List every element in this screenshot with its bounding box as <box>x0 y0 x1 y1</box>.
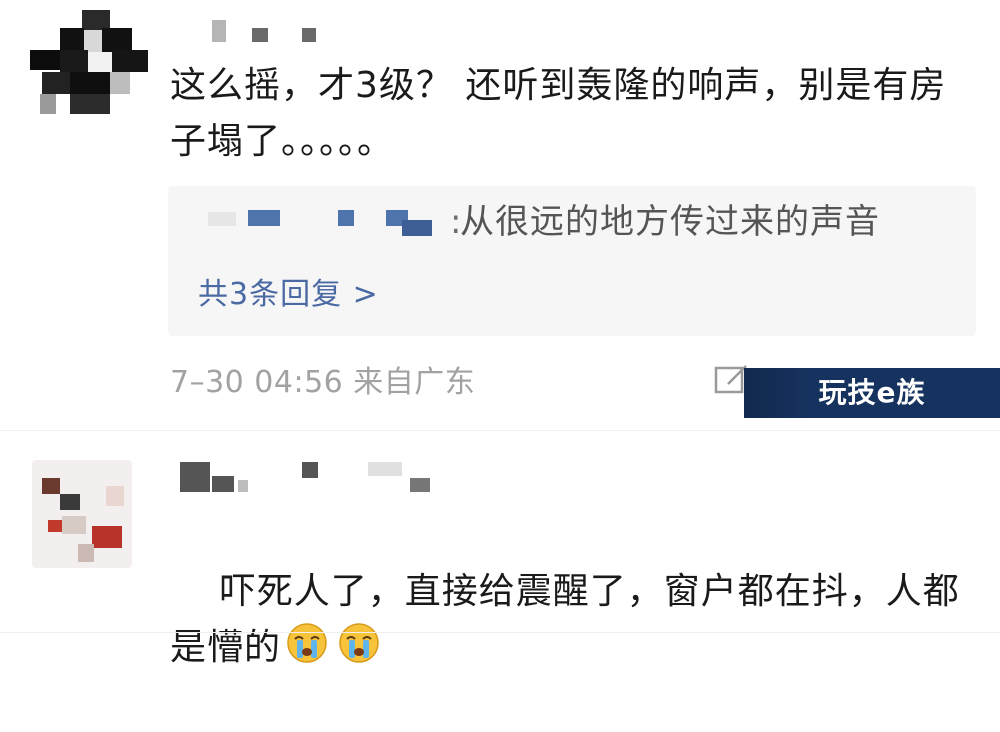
divider <box>0 424 1000 438</box>
avatar[interactable] <box>32 460 132 568</box>
reply-preview[interactable]: : 从很远的地方传过来的声音 共3条回复 > <box>168 186 976 336</box>
reply-username-redacted[interactable] <box>168 204 448 244</box>
crying-face-icon <box>287 623 327 663</box>
reply-text: 从很远的地方传过来的声音 <box>460 202 880 242</box>
divider-line <box>0 632 1000 633</box>
username-redacted[interactable] <box>172 458 452 492</box>
reply-row[interactable]: : 从很远的地方传过来的声音 <box>168 186 976 278</box>
comment-meta: 7–30 04:56 来自广东 <box>170 365 476 400</box>
crying-face-icon <box>339 623 379 663</box>
watermark-logo: 玩技e族 <box>744 368 1000 418</box>
comment-item: 吓死人了，直接给震醒了，窗户都在抖，人都是懵的 <box>0 0 1000 668</box>
divider-line <box>0 430 1000 431</box>
reply-count-link[interactable]: 共3条回复 > <box>198 270 379 320</box>
comment-text: 吓死人了，直接给震醒了，窗户都在抖，人都是懵的 <box>170 508 990 732</box>
